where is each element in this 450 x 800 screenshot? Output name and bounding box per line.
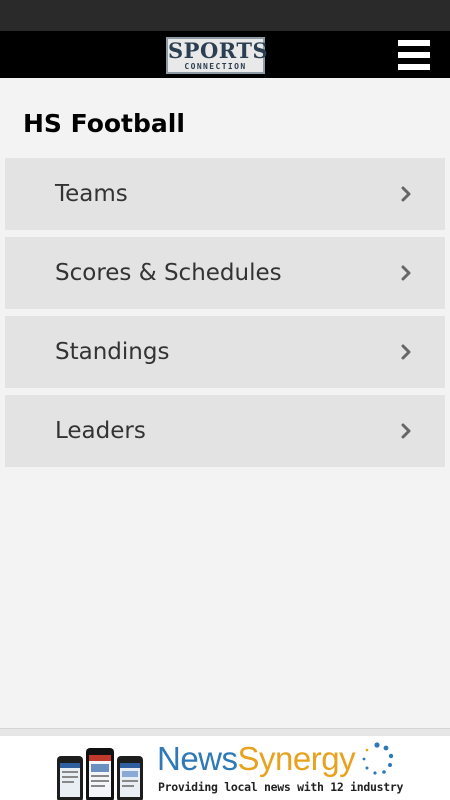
status-bar (0, 0, 450, 31)
menu-item-scores-schedules[interactable]: Scores & Schedules (5, 237, 445, 309)
menu-item-teams[interactable]: Teams (5, 158, 445, 230)
page-title: HS Football (23, 109, 185, 138)
menu-item-standings[interactable]: Standings (5, 316, 445, 388)
ad-banner[interactable]: NewsSynergy Providing local news with 12… (41, 738, 409, 800)
ad-brand: NewsSynergy (157, 740, 356, 778)
footer-divider (0, 728, 450, 736)
ad-brand-synergy: Synergy (237, 740, 356, 777)
ad-brand-news: News (157, 740, 238, 777)
app-header: SPORTS CONNECTION (0, 31, 450, 78)
chevron-right-icon (401, 265, 411, 281)
chevron-right-icon (401, 344, 411, 360)
dot-ring-icon (362, 742, 394, 775)
ad-tagline: Providing local news with 12 industry fi… (158, 780, 409, 794)
logo-sub-text: CONNECTION (184, 62, 247, 71)
menu-item-label: Leaders (55, 418, 146, 444)
chevron-right-icon (401, 186, 411, 202)
menu-item-label: Scores & Schedules (55, 260, 282, 286)
menu-item-label: Standings (55, 339, 170, 365)
logo-main-text: SPORTS (168, 38, 269, 63)
hamburger-menu-icon[interactable] (398, 40, 430, 70)
menu-item-leaders[interactable]: Leaders (5, 395, 445, 467)
sports-connection-logo[interactable]: SPORTS CONNECTION (166, 37, 269, 74)
menu-list: Teams Scores & Schedules Standings Leade… (5, 158, 445, 474)
phones-image (57, 748, 143, 800)
menu-item-label: Teams (55, 181, 128, 207)
chevron-right-icon (401, 423, 411, 439)
